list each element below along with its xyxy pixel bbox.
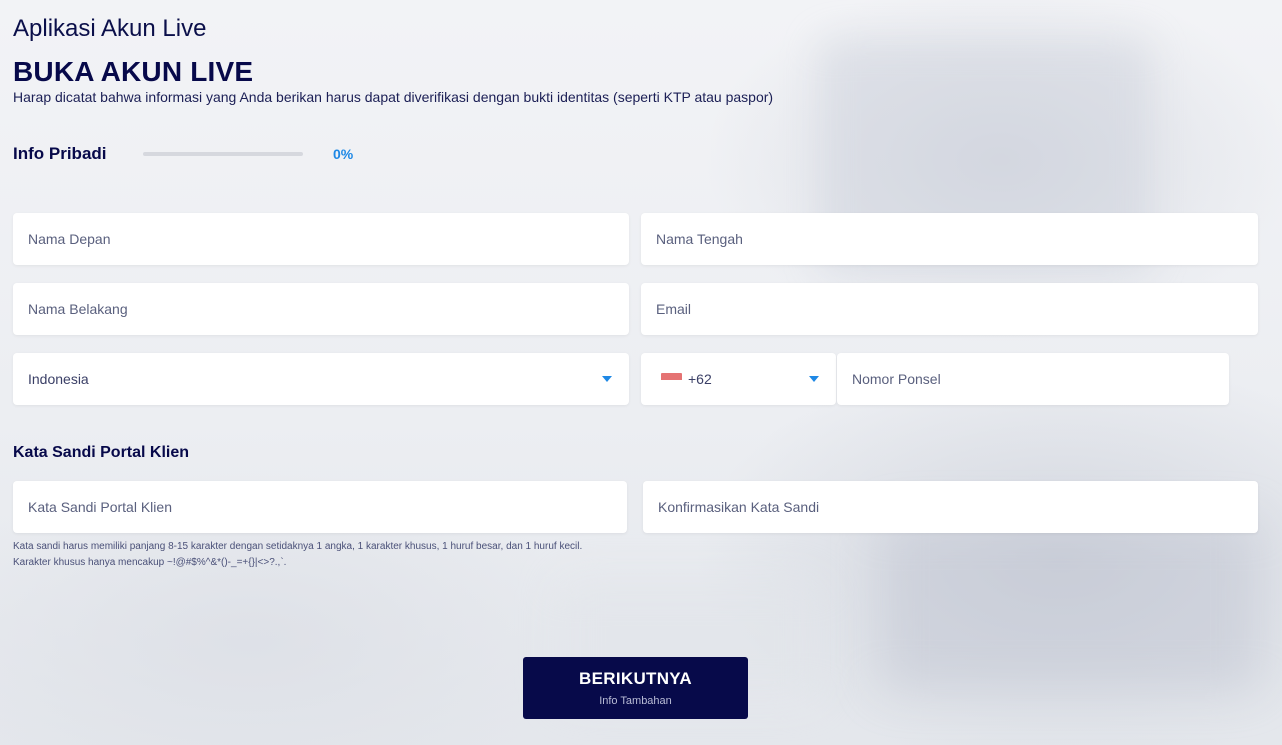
first-name-input[interactable]: [13, 213, 629, 265]
country-selected-value: Indonesia: [28, 371, 89, 387]
confirm-password-field: [643, 481, 1258, 533]
next-button-label: BERIKUTNYA: [579, 669, 692, 688]
last-name-field: [13, 283, 629, 335]
first-name-field: [13, 213, 629, 265]
email-input[interactable]: [641, 283, 1258, 335]
progress-bar: [143, 152, 303, 156]
phone-field: [837, 353, 1229, 405]
password-input[interactable]: [13, 481, 627, 533]
confirm-password-input[interactable]: [643, 481, 1258, 533]
middle-name-input[interactable]: [641, 213, 1258, 265]
application-form: Aplikasi Akun Live BUKA AKUN LIVE Harap …: [0, 0, 1282, 745]
dial-code-select[interactable]: +62: [641, 353, 836, 405]
middle-name-field: [641, 213, 1258, 265]
indonesia-flag-icon: [661, 373, 682, 387]
section-title-password: Kata Sandi Portal Klien: [13, 444, 190, 461]
page-title: BUKA AKUN LIVE: [13, 56, 254, 87]
password-hint-rules: Kata sandi harus memiliki panjang 8-15 k…: [13, 541, 583, 552]
next-button-sublabel: Info Tambahan: [599, 695, 672, 707]
next-button[interactable]: BERIKUTNYA Info Tambahan: [523, 657, 748, 719]
country-select[interactable]: Indonesia: [13, 353, 629, 405]
email-field: [641, 283, 1258, 335]
phone-input[interactable]: [837, 353, 1229, 405]
last-name-input[interactable]: [13, 283, 629, 335]
password-hint-special-chars: Karakter khusus hanya mencakup ~!@#$%^&*…: [13, 557, 287, 568]
app-title: Aplikasi Akun Live: [13, 15, 207, 42]
chevron-down-icon: [809, 376, 819, 382]
chevron-down-icon: [602, 376, 612, 382]
dial-code-value: +62: [688, 371, 712, 387]
password-field: [13, 481, 627, 533]
page-subtitle: Harap dicatat bahwa informasi yang Anda …: [13, 89, 774, 105]
password-hint: Kata sandi harus memiliki panjang 8-15 k…: [13, 539, 582, 571]
section-title-personal-info: Info Pribadi: [13, 144, 107, 163]
progress-percent: 0%: [333, 146, 354, 162]
